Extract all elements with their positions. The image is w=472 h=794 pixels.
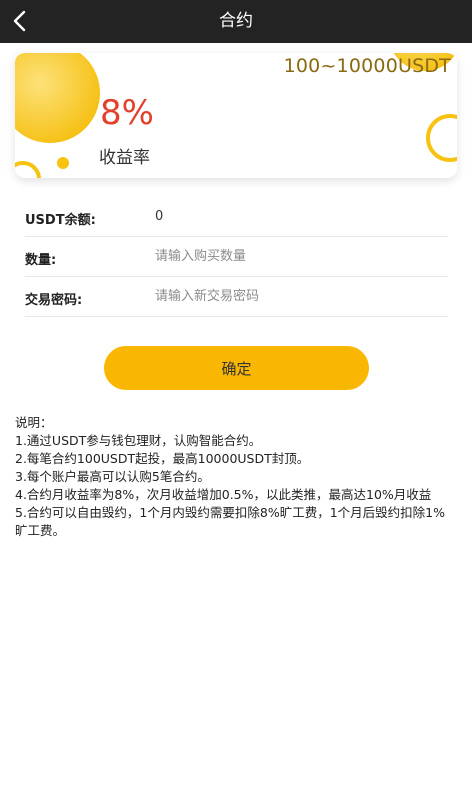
password-label: 交易密码: <box>25 293 83 308</box>
instruction-item: 2.每笔合约100USDT起投，最高10000USDT封顶。 <box>15 451 310 466</box>
confirm-button[interactable]: 确定 <box>104 346 369 390</box>
password-input[interactable] <box>155 285 435 307</box>
quantity-input[interactable] <box>155 245 435 267</box>
purchase-form: USDT余额: 0 数量: 交易密码: <box>25 197 448 317</box>
instructions: 说明： 1.通过USDT参与钱包理财，认购智能合约。 2.每笔合约100USDT… <box>15 414 455 540</box>
instruction-item: 4.合约月收益率为8%，次月收益增加0.5%，以此类推，最高达10%月收益 <box>15 487 432 502</box>
contract-card: 100~10000USDT 8% 收益率 <box>15 53 457 178</box>
page-title: 合约 <box>219 11 253 31</box>
instructions-title: 说明： <box>15 415 53 430</box>
balance-row: USDT余额: 0 <box>25 197 448 237</box>
balance-value: 0 <box>155 209 164 224</box>
yield-rate: 8% <box>100 93 154 133</box>
balance-label: USDT余额: <box>25 213 96 228</box>
password-row: 交易密码: <box>25 277 448 317</box>
quantity-label: 数量: <box>25 253 57 268</box>
quantity-row: 数量: <box>25 237 448 277</box>
investment-range: 100~10000USDT <box>283 55 451 77</box>
yield-rate-label: 收益率 <box>99 148 150 168</box>
instruction-item: 1.通过USDT参与钱包理财，认购智能合约。 <box>15 433 262 448</box>
instruction-item: 5.合约可以自由毁约，1个月内毁约需要扣除8%旷工费，1个月后毁约扣除1%旷工费… <box>15 505 445 538</box>
instruction-item: 3.每个账户最高可以认购5笔合约。 <box>15 469 210 484</box>
top-bar: 合约 <box>0 0 472 43</box>
